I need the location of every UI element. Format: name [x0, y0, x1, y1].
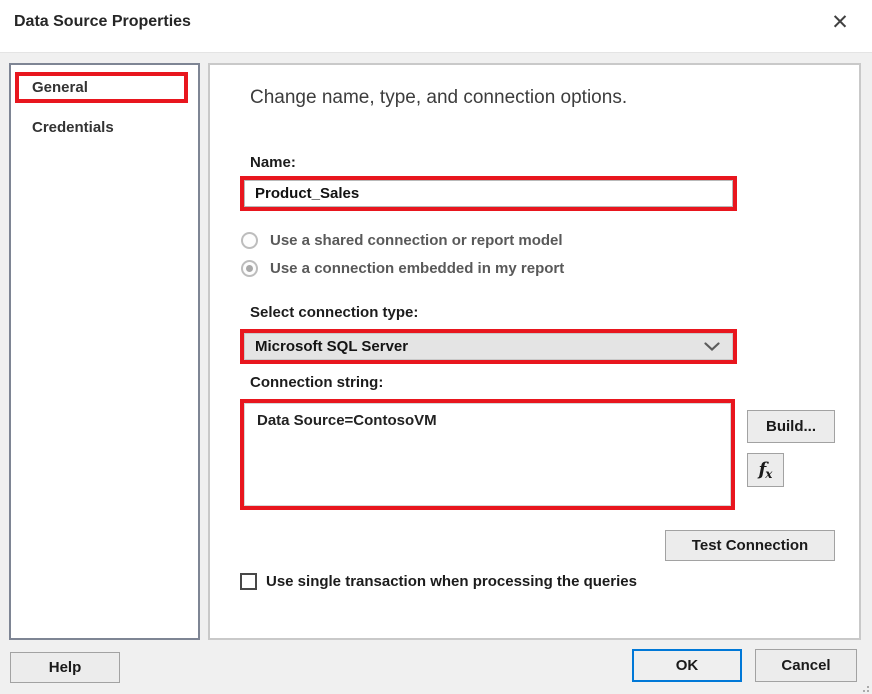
radio-selected-icon: [241, 260, 258, 277]
ok-button[interactable]: OK: [632, 649, 742, 682]
cancel-button[interactable]: Cancel: [755, 649, 857, 682]
radio-unselected-icon: [241, 232, 258, 249]
checkbox-unchecked-icon[interactable]: [240, 573, 257, 590]
connection-string-label: Connection string:: [250, 374, 383, 391]
help-button[interactable]: Help: [10, 652, 120, 683]
chevron-down-icon: [704, 342, 720, 352]
sidebar-item-credentials[interactable]: Credentials: [32, 119, 114, 136]
close-icon[interactable]: ✕: [826, 8, 854, 36]
name-input[interactable]: [244, 180, 733, 207]
resize-grip[interactable]: [859, 682, 869, 692]
radio-shared-label: Use a shared connection or report model: [270, 232, 563, 249]
annotation-box-connection-string: Data Source=ContosoVM: [240, 399, 735, 510]
titlebar: Data Source Properties ✕: [0, 0, 872, 53]
single-transaction-checkbox-row[interactable]: Use single transaction when processing t…: [240, 573, 637, 590]
name-label: Name:: [250, 154, 296, 171]
sidebar-item-general[interactable]: General: [32, 79, 88, 96]
connection-type-label: Select connection type:: [250, 304, 418, 321]
radio-embedded-connection[interactable]: Use a connection embedded in my report: [241, 260, 564, 277]
general-page-panel: Change name, type, and connection option…: [208, 63, 861, 640]
expression-fx-button[interactable]: fx: [747, 453, 784, 487]
test-connection-button[interactable]: Test Connection: [665, 530, 835, 561]
connection-type-dropdown[interactable]: Microsoft SQL Server: [244, 333, 733, 360]
connection-type-value: Microsoft SQL Server: [245, 338, 704, 355]
radio-embedded-label: Use a connection embedded in my report: [270, 260, 564, 277]
annotation-box-connection-type: Microsoft SQL Server: [240, 329, 737, 364]
sidebar-pages-list: General Credentials: [9, 63, 200, 640]
data-source-properties-dialog: Data Source Properties ✕ General Credent…: [0, 0, 872, 694]
connection-string-input[interactable]: Data Source=ContosoVM: [244, 403, 731, 506]
dialog-title: Data Source Properties: [14, 13, 191, 31]
single-transaction-label: Use single transaction when processing t…: [266, 573, 637, 590]
annotation-box-name-field: [240, 176, 737, 211]
radio-shared-connection[interactable]: Use a shared connection or report model: [241, 232, 563, 249]
page-heading: Change name, type, and connection option…: [250, 87, 627, 109]
build-button[interactable]: Build...: [747, 410, 835, 443]
